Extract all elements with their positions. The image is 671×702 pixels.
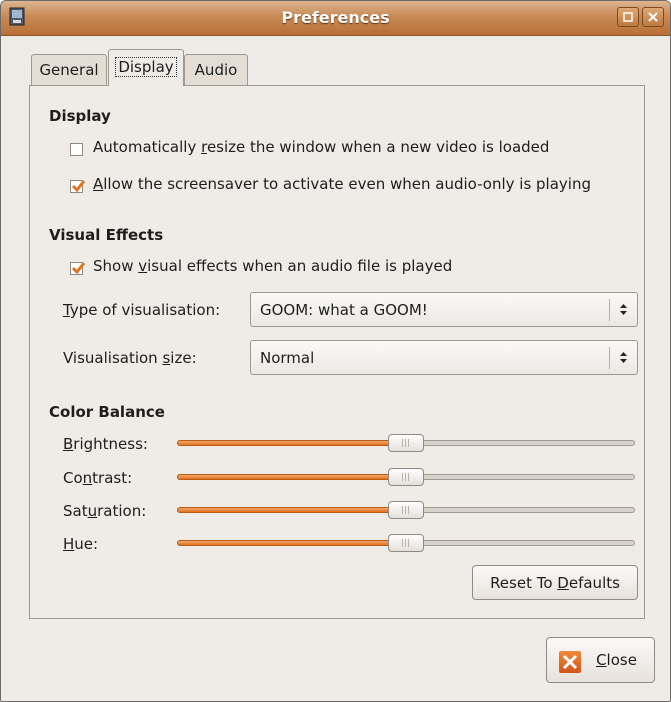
auto-resize-checkbox[interactable] (70, 143, 83, 156)
display-heading: Display (49, 107, 111, 125)
tab-audio[interactable]: Audio (184, 54, 248, 85)
tab-display[interactable]: Display (108, 49, 184, 86)
updown-arrow-icon (620, 352, 627, 363)
slider-fill (177, 440, 392, 446)
slider-handle[interactable] (388, 501, 424, 519)
tab-label: General (39, 61, 99, 79)
tab-label: Display (115, 57, 177, 77)
combo-separator (609, 347, 610, 369)
close-button[interactable]: Close (546, 637, 655, 683)
visualisation-type-label: Type of visualisation: (63, 301, 221, 319)
color-balance-heading: Color Balance (49, 403, 165, 421)
saturation-label: Saturation: (63, 502, 147, 520)
preferences-window: Preferences General Display Audio Displa… (0, 0, 671, 702)
checkmark-icon (71, 262, 86, 275)
updown-arrow-icon (620, 304, 627, 315)
slider-handle[interactable] (388, 434, 424, 452)
hue-slider[interactable] (177, 533, 635, 553)
auto-resize-label[interactable]: Automatically resize the window when a n… (93, 138, 549, 156)
display-tab-panel: Display Automatically resize the window … (29, 85, 645, 619)
combo-separator (609, 299, 610, 321)
combo-value: GOOM: what a GOOM! (260, 301, 428, 319)
combo-value: Normal (260, 349, 315, 367)
slider-fill (177, 540, 392, 546)
slider-handle[interactable] (388, 534, 424, 552)
reset-defaults-button[interactable]: Reset To Defaults (472, 565, 638, 600)
title-bar[interactable]: Preferences (1, 1, 670, 36)
visualisation-size-label: Visualisation size: (63, 349, 197, 367)
close-icon (648, 12, 658, 22)
visualisation-size-combo[interactable]: Normal (250, 340, 638, 375)
visualisation-type-combo[interactable]: GOOM: what a GOOM! (250, 292, 638, 327)
brightness-slider[interactable] (177, 433, 635, 453)
maximize-icon (623, 12, 633, 22)
close-icon (559, 651, 581, 673)
contrast-slider[interactable] (177, 467, 635, 487)
tab-general[interactable]: General (31, 54, 107, 85)
saturation-slider[interactable] (177, 500, 635, 520)
contrast-label: Contrast: (63, 469, 133, 487)
slider-fill (177, 474, 392, 480)
maximize-button[interactable] (617, 7, 639, 27)
brightness-label: Brightness: (63, 435, 148, 453)
show-effects-checkbox[interactable] (70, 262, 86, 275)
hue-label: Hue: (63, 535, 99, 553)
screensaver-checkbox[interactable] (70, 180, 86, 193)
checkmark-icon (71, 180, 86, 193)
show-effects-label[interactable]: Show visual effects when an audio file i… (93, 257, 452, 275)
visual-effects-heading: Visual Effects (49, 226, 164, 244)
tab-label: Audio (194, 61, 238, 79)
window-title: Preferences (281, 8, 390, 27)
window-close-button[interactable] (642, 7, 664, 27)
slider-fill (177, 507, 392, 513)
slider-handle[interactable] (388, 468, 424, 486)
screensaver-label[interactable]: Allow the screensaver to activate even w… (93, 175, 591, 193)
